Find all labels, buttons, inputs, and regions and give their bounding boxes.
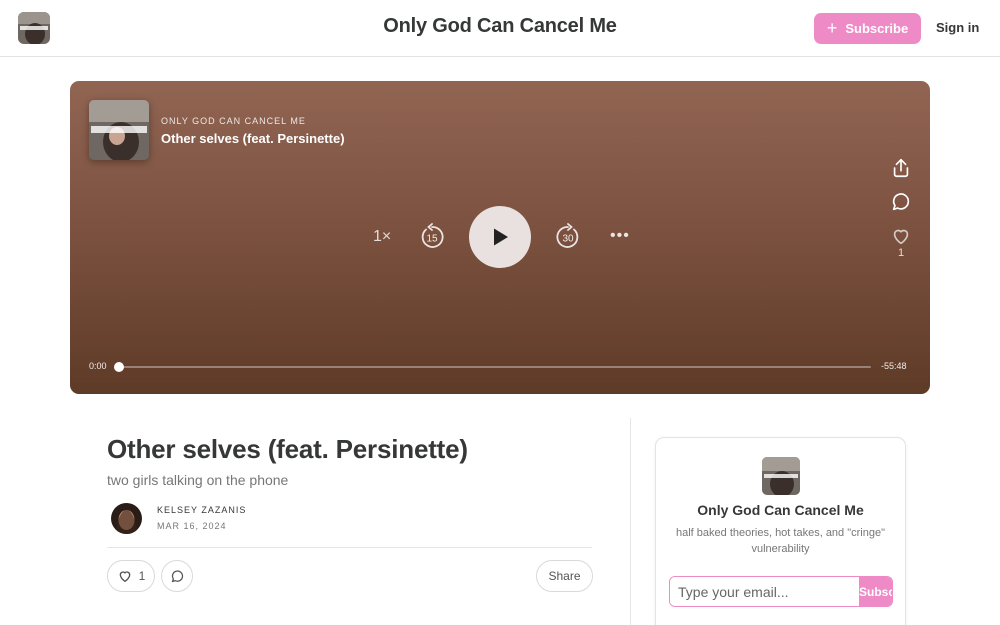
top-navigation-bar: Only God Can Cancel Me + Subscribe Sign … xyxy=(0,0,1000,57)
playback-speed-button[interactable]: 1× xyxy=(373,228,391,246)
progress-track[interactable] xyxy=(116,366,871,368)
skip-forward-icon[interactable]: 30 xyxy=(554,223,582,251)
play-icon xyxy=(494,228,508,246)
card-publication-description: half baked theories, hot takes, and "cri… xyxy=(676,527,885,555)
author-name[interactable]: KELSEY ZAZANIS xyxy=(157,505,246,515)
subscribe-button-label: Subscribe xyxy=(845,21,909,36)
author-avatar[interactable] xyxy=(111,503,142,534)
subscribe-card: Only God Can Cancel Me half baked theori… xyxy=(655,437,906,625)
post-subtitle: two girls talking on the phone xyxy=(107,472,289,488)
comment-button[interactable] xyxy=(161,560,193,592)
skip-back-icon[interactable]: 15 xyxy=(418,223,446,251)
post-date: MAR 16, 2024 xyxy=(157,521,227,531)
player-like-count: 1 xyxy=(897,247,905,259)
skip-forward-seconds: 30 xyxy=(562,234,574,245)
comment-icon xyxy=(171,569,183,582)
heart-icon[interactable] xyxy=(890,225,912,247)
episode-cover-image xyxy=(89,100,149,160)
like-count: 1 xyxy=(138,569,146,583)
play-button[interactable] xyxy=(469,206,531,268)
skip-back-seconds: 15 xyxy=(426,234,438,245)
card-subscribe-button[interactable]: Subscribe xyxy=(859,577,892,606)
sign-in-link[interactable]: Sign in xyxy=(936,20,979,35)
elapsed-time: 0:00 xyxy=(89,361,107,371)
player-episode-title: Other selves (feat. Persinette) xyxy=(161,131,345,146)
column-divider xyxy=(630,418,631,625)
card-publication-title: Only God Can Cancel Me xyxy=(697,502,864,518)
comment-icon[interactable] xyxy=(890,191,912,213)
share-button[interactable]: Share xyxy=(536,560,593,592)
player-side-actions xyxy=(890,157,912,259)
player-publication-name: ONLY GOD CAN CANCEL ME xyxy=(161,116,306,126)
post-actions-divider xyxy=(107,547,592,548)
share-icon[interactable] xyxy=(890,157,912,179)
email-subscribe-form: Subscribe xyxy=(669,576,893,607)
more-icon[interactable]: ••• xyxy=(610,227,630,245)
like-button[interactable]: 1 xyxy=(107,560,155,592)
progress-scrubber-handle[interactable] xyxy=(114,362,124,372)
post-title: Other selves (feat. Persinette) xyxy=(107,434,468,464)
email-input[interactable] xyxy=(670,577,859,606)
heart-icon xyxy=(119,571,130,582)
audio-player: ONLY GOD CAN CANCEL ME Other selves (fea… xyxy=(70,81,930,394)
plus-icon: + xyxy=(826,17,838,38)
remaining-time: -55:48 xyxy=(881,361,907,371)
subscribe-button[interactable]: + Subscribe xyxy=(814,13,921,44)
publication-logo[interactable] xyxy=(762,457,800,495)
